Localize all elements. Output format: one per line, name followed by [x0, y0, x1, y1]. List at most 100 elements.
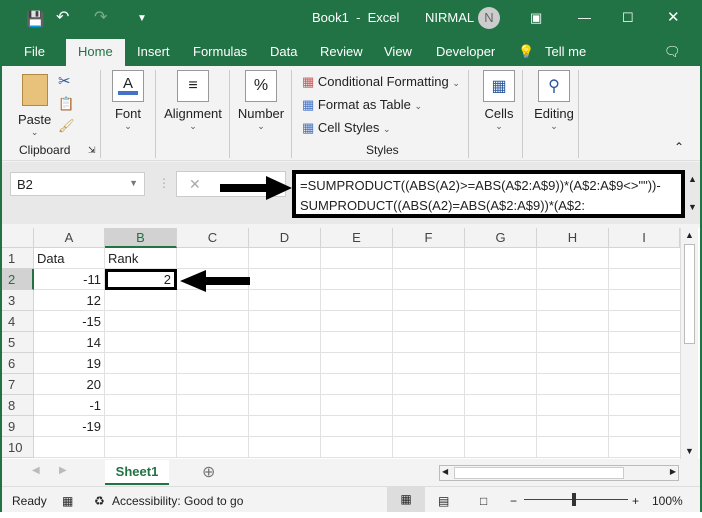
row-header[interactable]: 1: [2, 248, 34, 269]
cell-F1[interactable]: [393, 248, 465, 269]
cell-H8[interactable]: [537, 395, 609, 416]
number-button[interactable]: % Number ⌄: [236, 70, 286, 132]
formula-input[interactable]: =SUMPRODUCT((ABS(A2)>=ABS(A$2:A$9))*(A$2…: [292, 170, 685, 218]
comments-icon[interactable]: 🗨: [664, 44, 681, 60]
zoom-slider[interactable]: [524, 493, 628, 506]
cell-I9[interactable]: [609, 416, 681, 437]
redo-icon[interactable]: ↷: [94, 7, 107, 27]
sheet-tab-sheet1[interactable]: Sheet1: [105, 460, 169, 485]
cell-G8[interactable]: [465, 395, 537, 416]
minimize-button[interactable]: —: [578, 10, 591, 25]
cell-I5[interactable]: [609, 332, 681, 353]
select-all-button[interactable]: [2, 228, 34, 248]
cell-A10[interactable]: [34, 437, 105, 458]
cell-C3[interactable]: [177, 290, 249, 311]
cell-H10[interactable]: [537, 437, 609, 458]
cell-H5[interactable]: [537, 332, 609, 353]
cell-I10[interactable]: [609, 437, 681, 458]
tab-view[interactable]: View: [384, 44, 412, 59]
cell-E3[interactable]: [321, 290, 393, 311]
cell-H3[interactable]: [537, 290, 609, 311]
formula-scroll-up[interactable]: ▲: [688, 174, 697, 184]
row-header[interactable]: 10: [2, 437, 34, 458]
tab-formulas[interactable]: Formulas: [193, 44, 247, 59]
cancel-icon[interactable]: ✕: [189, 176, 201, 193]
user-name[interactable]: NIRMAL: [425, 10, 474, 25]
cell-H9[interactable]: [537, 416, 609, 437]
cell-I1[interactable]: [609, 248, 681, 269]
cell-E6[interactable]: [321, 353, 393, 374]
font-button[interactable]: A Font ⌄: [110, 70, 146, 132]
row-header[interactable]: 2: [2, 269, 34, 290]
cell-A1[interactable]: Data: [34, 248, 105, 269]
cell-A4[interactable]: -15: [34, 311, 105, 332]
cell-F9[interactable]: [393, 416, 465, 437]
cell-G3[interactable]: [465, 290, 537, 311]
accessibility-status[interactable]: Accessibility: Good to go: [112, 494, 243, 508]
column-header-h[interactable]: H: [537, 228, 609, 248]
cell-C4[interactable]: [177, 311, 249, 332]
cell-H2[interactable]: [537, 269, 609, 290]
cell-B4[interactable]: [105, 311, 177, 332]
ribbon-display-icon[interactable]: ▣: [530, 10, 542, 26]
cell-A2[interactable]: -11: [34, 269, 105, 290]
cell-G4[interactable]: [465, 311, 537, 332]
cell-B1[interactable]: Rank: [105, 248, 177, 269]
cut-icon[interactable]: ✂: [58, 72, 71, 90]
save-icon[interactable]: 💾: [26, 10, 45, 28]
column-header-a[interactable]: A: [34, 228, 105, 248]
close-button[interactable]: ✕: [667, 8, 680, 26]
cell-I4[interactable]: [609, 311, 681, 332]
cell-A6[interactable]: 19: [34, 353, 105, 374]
cell-D10[interactable]: [249, 437, 321, 458]
maximize-button[interactable]: ☐: [622, 10, 634, 26]
tab-file[interactable]: File: [24, 44, 45, 59]
cell-D2[interactable]: [249, 269, 321, 290]
add-sheet-icon[interactable]: ⊕: [202, 462, 215, 482]
chevron-down-icon[interactable]: ▼: [129, 178, 138, 188]
cell-I7[interactable]: [609, 374, 681, 395]
cell-E4[interactable]: [321, 311, 393, 332]
column-header-g[interactable]: G: [465, 228, 537, 248]
cell-G9[interactable]: [465, 416, 537, 437]
cell-C9[interactable]: [177, 416, 249, 437]
cell-F2[interactable]: [393, 269, 465, 290]
cell-D5[interactable]: [249, 332, 321, 353]
cell-F6[interactable]: [393, 353, 465, 374]
cell-C6[interactable]: [177, 353, 249, 374]
spreadsheet-grid[interactable]: A B C D E F G H I 1 Data Rank 2 -11 2 3 12 4 -15 5 14 6 19 7 20 8…: [2, 228, 700, 459]
cell-G5[interactable]: [465, 332, 537, 353]
name-box[interactable]: B2 ▼: [10, 172, 145, 196]
column-header-e[interactable]: E: [321, 228, 393, 248]
customize-toolbar-icon[interactable]: ▼: [137, 13, 147, 24]
cell-D3[interactable]: [249, 290, 321, 311]
cell-A7[interactable]: 20: [34, 374, 105, 395]
collapse-ribbon-icon[interactable]: ⌃: [674, 140, 684, 154]
column-header-i[interactable]: I: [609, 228, 680, 248]
cell-H1[interactable]: [537, 248, 609, 269]
vertical-scrollbar[interactable]: ▲ ▼: [680, 228, 698, 459]
cell-E7[interactable]: [321, 374, 393, 395]
cell-A9[interactable]: -19: [34, 416, 105, 437]
cell-E8[interactable]: [321, 395, 393, 416]
tab-home[interactable]: Home: [66, 39, 125, 66]
page-layout-icon[interactable]: ▤: [438, 494, 449, 508]
cell-C8[interactable]: [177, 395, 249, 416]
cell-D7[interactable]: [249, 374, 321, 395]
cell-B2[interactable]: 2: [105, 269, 177, 290]
undo-icon[interactable]: ↶: [56, 7, 69, 27]
cell-A8[interactable]: -1: [34, 395, 105, 416]
cell-D6[interactable]: [249, 353, 321, 374]
cell-D8[interactable]: [249, 395, 321, 416]
cell-H4[interactable]: [537, 311, 609, 332]
cell-B9[interactable]: [105, 416, 177, 437]
tab-insert[interactable]: Insert: [137, 44, 170, 59]
alignment-button[interactable]: ≡ Alignment ⌄: [162, 70, 224, 132]
cell-B6[interactable]: [105, 353, 177, 374]
formula-scroll-down[interactable]: ▼: [688, 202, 697, 212]
scroll-right-icon[interactable]: ▶: [59, 465, 67, 476]
cell-B3[interactable]: [105, 290, 177, 311]
avatar[interactable]: N: [478, 7, 500, 29]
row-header[interactable]: 7: [2, 374, 34, 395]
cell-H7[interactable]: [537, 374, 609, 395]
